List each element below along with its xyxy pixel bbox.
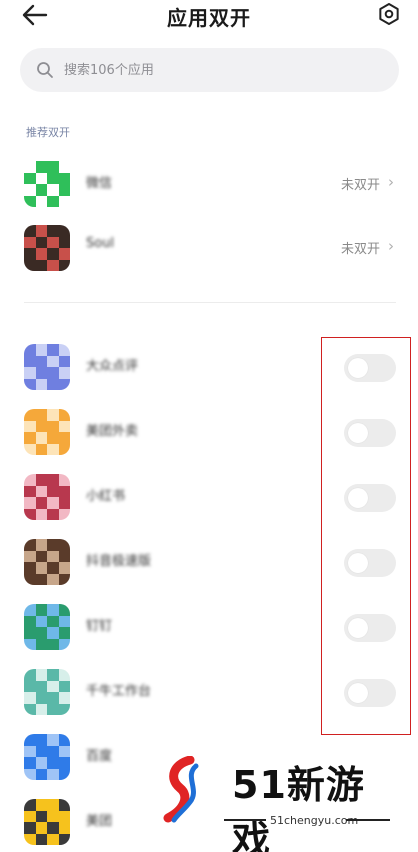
app-name: 钉钉: [86, 619, 113, 634]
app-icon: [24, 539, 70, 585]
settings-icon[interactable]: [377, 2, 401, 26]
app-icon: [24, 734, 70, 780]
app-name: 千牛工作台: [86, 684, 152, 699]
app-name: 美团: [86, 814, 113, 829]
app-name: 小红书: [86, 489, 126, 504]
watermark-logo: [163, 756, 199, 823]
chevron-right-icon: ›: [388, 173, 394, 191]
section-label-recommended: 推荐双开: [26, 126, 70, 139]
dual-status-label: 未双开: [340, 242, 380, 257]
app-icon: [24, 161, 70, 207]
page-title: 应用双开: [167, 6, 251, 30]
watermark-line-left: [224, 819, 266, 821]
search-icon: [37, 62, 53, 78]
dual-status-label: 未双开: [340, 178, 380, 193]
highlight-box: [321, 337, 411, 735]
app-name: 美团外卖: [86, 424, 139, 439]
recommended-app-row[interactable]: Soul 未双开 ›: [0, 218, 418, 276]
app-name: 大众点评: [86, 359, 139, 374]
watermark: 51新游戏 51chengyu.com: [150, 748, 400, 852]
app-icon: [24, 799, 70, 845]
app-icon: [24, 409, 70, 455]
app-name: 微信: [86, 176, 113, 191]
app-name: Soul: [86, 236, 115, 251]
app-icon: [24, 604, 70, 650]
app-name: 百度: [86, 749, 113, 764]
search-bar[interactable]: [20, 48, 399, 92]
section-divider: [24, 302, 396, 303]
watermark-url: 51chengyu.com: [270, 814, 359, 827]
app-icon: [24, 344, 70, 390]
app-icon: [24, 669, 70, 715]
app-icon: [24, 225, 70, 271]
watermark-line-right: [346, 819, 390, 821]
app-icon: [24, 474, 70, 520]
search-input[interactable]: [64, 48, 384, 92]
top-bar: 应用双开: [0, 0, 418, 34]
recommended-app-row[interactable]: 微信 未双开 ›: [0, 154, 418, 212]
app-name: 抖音极速版: [86, 554, 152, 569]
watermark-brand: 51新游戏: [232, 763, 365, 852]
chevron-right-icon: ›: [388, 237, 394, 255]
